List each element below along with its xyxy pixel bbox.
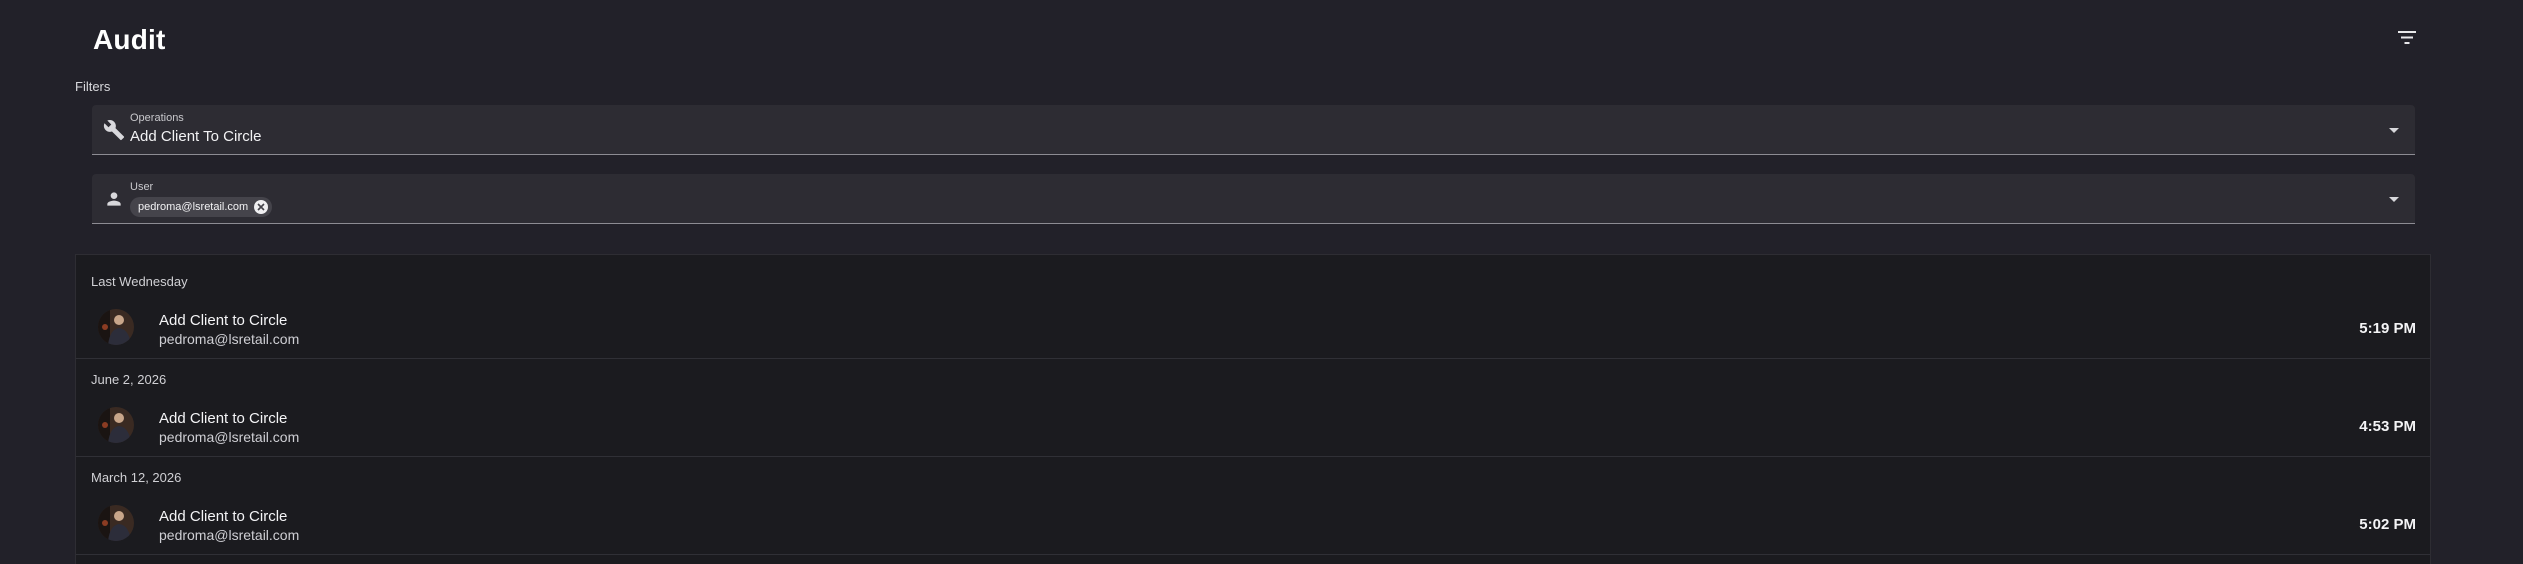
chip-remove-icon[interactable] (254, 200, 269, 214)
operations-label: Operations (130, 112, 184, 124)
person-icon (102, 187, 126, 211)
filter-list-icon (2398, 30, 2416, 44)
audit-entry[interactable]: Add Client to Circle pedroma@lsretail.co… (76, 493, 2430, 555)
chevron-down-icon[interactable] (2387, 125, 2401, 135)
avatar (98, 309, 134, 345)
audit-page: Audit Filters Operations Add Client To C… (0, 0, 2523, 564)
group-date-header: June 2, 2026 (91, 372, 167, 387)
operations-value: Add Client To Circle (130, 128, 262, 145)
entry-time: 5:19 PM (2359, 320, 2416, 337)
wrench-icon (102, 118, 126, 142)
entry-time: 4:53 PM (2359, 418, 2416, 435)
entry-title: Add Client to Circle (159, 312, 288, 329)
user-chip: pedroma@lsretail.com (130, 197, 273, 217)
audit-entry[interactable]: Add Client to Circle pedroma@lsretail.co… (76, 297, 2430, 359)
filters-label: Filters (75, 79, 111, 94)
entry-title: Add Client to Circle (159, 508, 288, 525)
entry-user: pedroma@lsretail.com (159, 331, 300, 347)
filter-toggle-button[interactable] (2390, 22, 2424, 52)
avatar (98, 407, 134, 443)
audit-entry[interactable]: Add Client to Circle pedroma@lsretail.co… (76, 395, 2430, 457)
operations-select[interactable]: Operations Add Client To Circle (92, 105, 2415, 155)
entry-user: pedroma@lsretail.com (159, 429, 300, 445)
entry-title: Add Client to Circle (159, 410, 288, 427)
avatar (98, 505, 134, 541)
audit-list: Last Wednesday Add Client to Circle pedr… (75, 254, 2431, 564)
user-label: User (130, 181, 154, 193)
entry-user: pedroma@lsretail.com (159, 527, 300, 543)
page-title: Audit (93, 24, 166, 55)
entry-time: 5:02 PM (2359, 516, 2416, 533)
chevron-down-icon[interactable] (2387, 194, 2401, 204)
group-date-header: Last Wednesday (91, 274, 188, 289)
user-select[interactable]: User pedroma@lsretail.com (92, 174, 2415, 224)
group-date-header: March 12, 2026 (91, 470, 182, 485)
user-chip-label: pedroma@lsretail.com (138, 201, 249, 213)
